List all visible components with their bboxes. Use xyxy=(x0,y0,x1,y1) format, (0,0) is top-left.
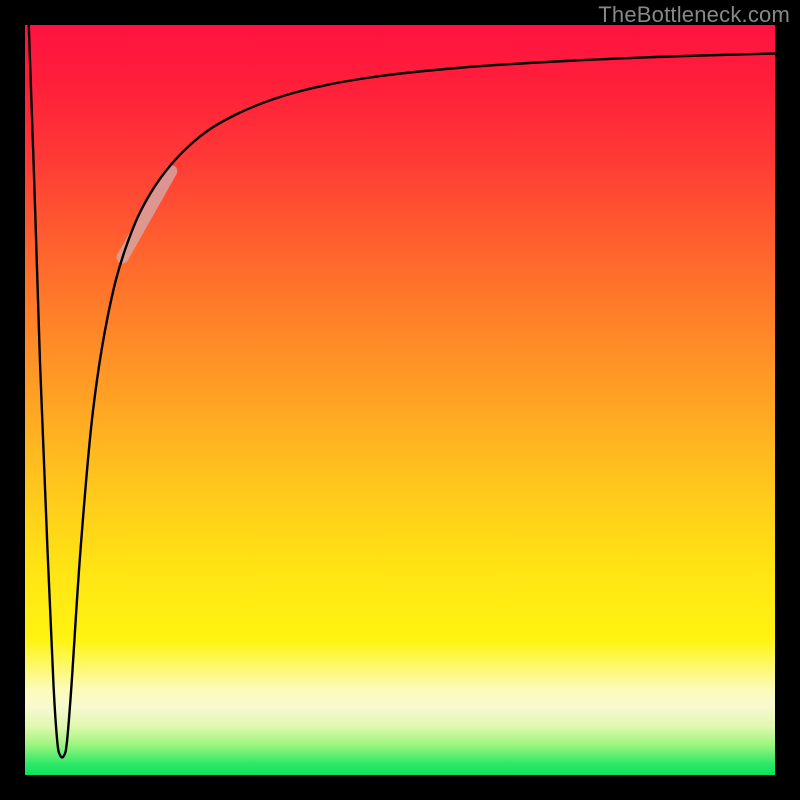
curve-layer xyxy=(25,25,775,775)
highlight-segment xyxy=(123,171,172,257)
bottleneck-curve xyxy=(29,25,775,757)
plot-area xyxy=(25,25,775,775)
chart-frame: TheBottleneck.com xyxy=(0,0,800,800)
